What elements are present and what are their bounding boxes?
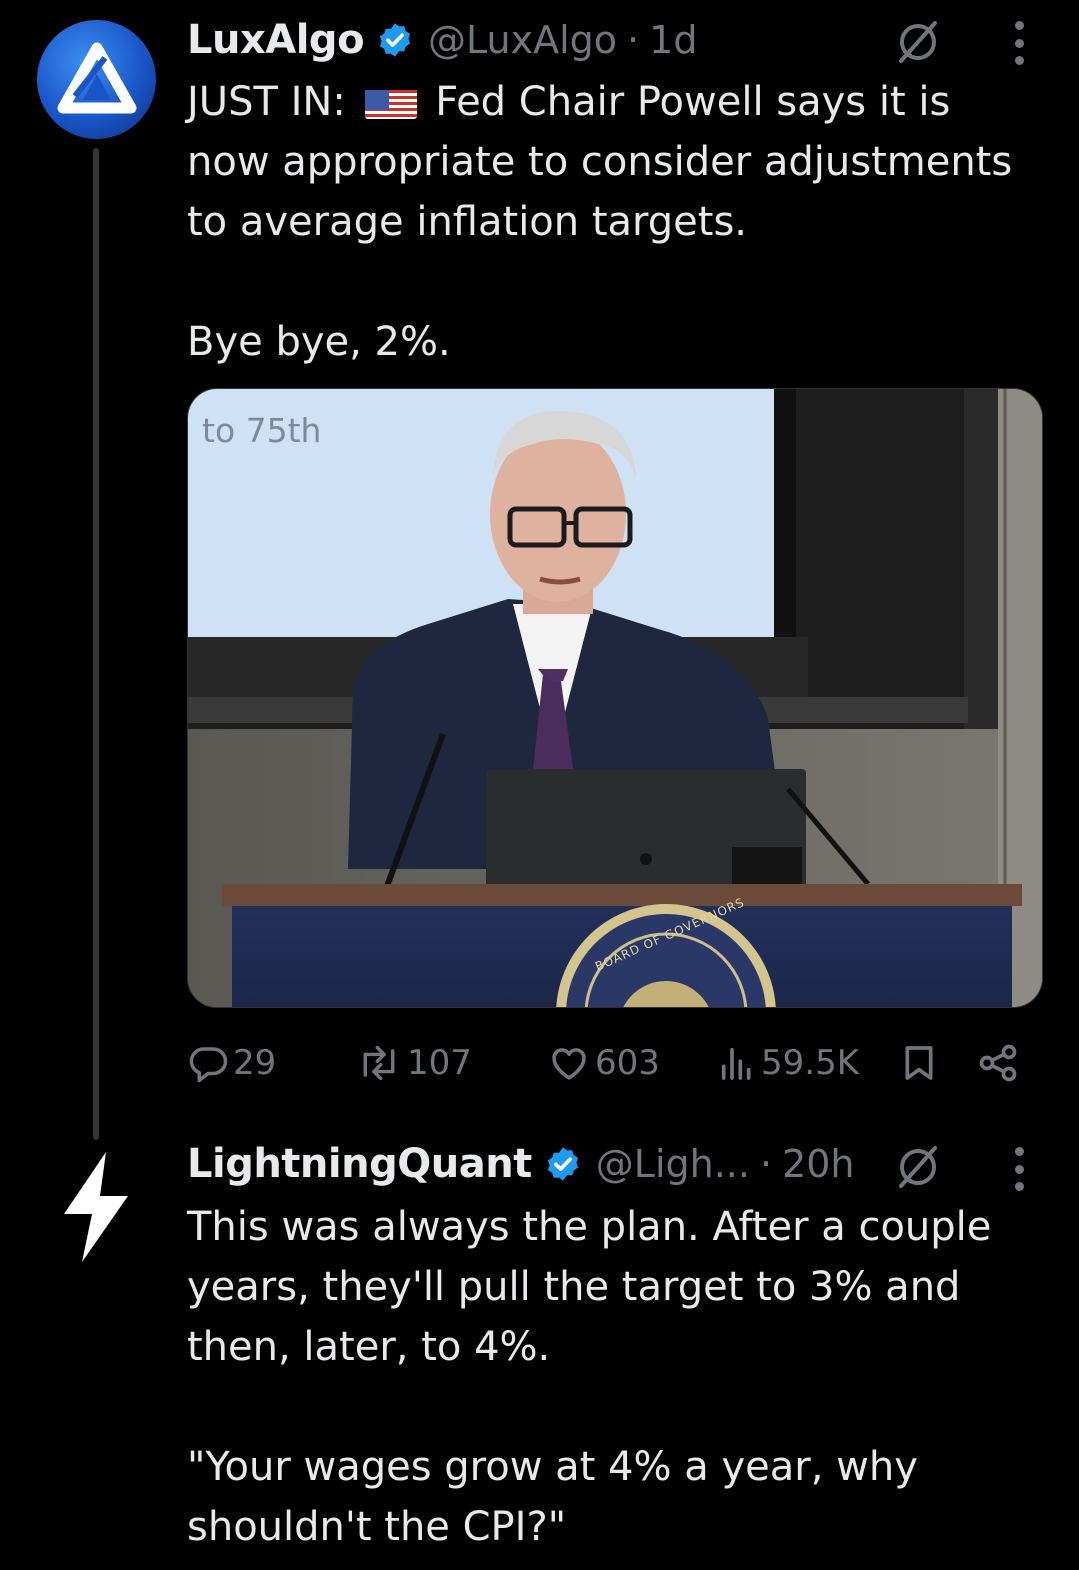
repost-count: 107 — [407, 1043, 472, 1083]
views-count: 59.5K — [761, 1043, 859, 1083]
tweet-header: LightningQuant @Ligh... · 20h — [187, 1136, 855, 1192]
handle[interactable]: @Ligh... — [596, 1142, 750, 1186]
views-icon — [721, 1047, 751, 1080]
tweet-header: LuxAlgo @LuxAlgo · 1d — [187, 12, 697, 68]
display-name[interactable]: LightningQuant — [187, 1141, 532, 1187]
tweet-action-bar: 29 107 603 59.5K — [187, 1030, 1027, 1096]
timestamp[interactable]: 1d — [649, 18, 697, 62]
tweet-media-photo[interactable]: to 75th BOARD OF GOVERNORS — [187, 388, 1043, 1008]
tweet-text-line1-rest: Fed Chair Powell says it is — [422, 79, 951, 125]
timestamp[interactable]: 20h — [782, 1142, 854, 1186]
tweet-text-body: now appropriate to consider adjustments … — [187, 139, 1013, 365]
like-button[interactable]: 603 — [547, 1030, 660, 1096]
reply-icon — [189, 1047, 228, 1083]
bookmark-button[interactable] — [899, 1030, 939, 1096]
views-button[interactable]: 59.5K — [717, 1030, 859, 1096]
grok-icon[interactable] — [893, 1142, 943, 1192]
avatar-luxalgo[interactable] — [37, 20, 156, 139]
lightning-bolt-avatar-icon[interactable] — [52, 1148, 138, 1266]
repost-icon — [363, 1045, 395, 1081]
handle[interactable]: @LuxAlgo — [428, 18, 617, 62]
verified-badge-icon — [547, 1147, 578, 1181]
thread-connector-line — [93, 148, 99, 1140]
powell-podium-photo — [188, 389, 1042, 1007]
bookmark-icon — [905, 1046, 933, 1080]
separator-dot: · — [759, 1142, 773, 1186]
us-flag-emoji — [364, 83, 417, 119]
like-count: 603 — [595, 1043, 660, 1083]
share-icon — [979, 1044, 1017, 1082]
grok-icon[interactable] — [893, 17, 943, 67]
display-name[interactable]: LuxAlgo — [187, 17, 365, 63]
verified-badge-icon — [380, 23, 411, 57]
reply-button[interactable]: 29 — [187, 1030, 276, 1096]
repost-button[interactable]: 107 — [355, 1030, 472, 1096]
tweet-text-line-1: JUST IN: Fed Chair Powell says it is — [187, 72, 1057, 132]
reply-count: 29 — [233, 1043, 277, 1083]
tweet-text-body: This was always the plan. After a couple… — [187, 1204, 992, 1550]
tweet-text-prefix: JUST IN: — [187, 79, 359, 125]
share-button[interactable] — [975, 1030, 1021, 1096]
like-icon — [552, 1048, 586, 1080]
slide-text: to 75th — [202, 411, 322, 450]
separator-dot: · — [627, 18, 640, 62]
more-options-icon[interactable] — [1012, 21, 1026, 65]
more-options-icon[interactable] — [1012, 1147, 1026, 1191]
luxalgo-logo-icon — [57, 42, 136, 113]
